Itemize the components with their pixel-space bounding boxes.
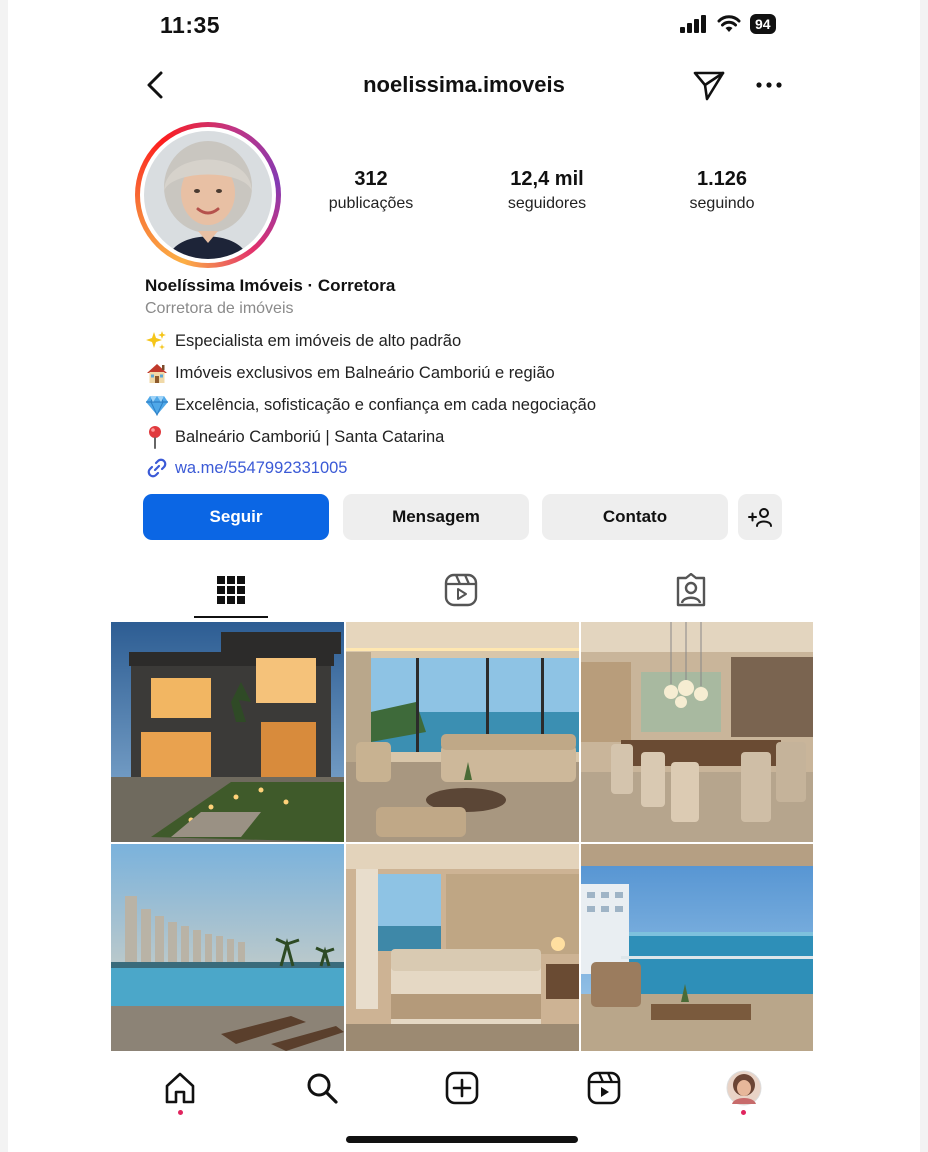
stat-followers[interactable]: 12,4 mil seguidores xyxy=(472,168,622,213)
tab-reels[interactable] xyxy=(424,570,498,610)
followers-label: seguidores xyxy=(507,195,587,212)
bio-line: Especialista em imóveis de alto padrão xyxy=(145,325,785,357)
suggest-people-button[interactable] xyxy=(738,494,782,540)
share-button[interactable] xyxy=(692,68,726,102)
link-icon xyxy=(145,456,175,480)
phone-screen: 11:35 94 noelissima.imoveis 312 publicaç… xyxy=(8,0,920,1152)
house-icon xyxy=(145,362,175,384)
avatar xyxy=(144,131,272,259)
bio-text: Imóveis exclusivos em Balneário Camboriú… xyxy=(175,363,555,382)
post-thumbnail[interactable] xyxy=(581,844,813,1051)
post-thumbnail[interactable] xyxy=(346,844,579,1051)
nav-create[interactable] xyxy=(440,1066,484,1110)
grid-icon xyxy=(217,576,245,604)
post-thumbnail[interactable] xyxy=(111,622,344,842)
home-icon xyxy=(165,1072,195,1104)
bio-line: Imóveis exclusivos em Balneário Camboriú… xyxy=(145,357,785,389)
bio-website-link[interactable]: wa.me/5547992331005 xyxy=(145,453,785,483)
stat-following[interactable]: 1.126 seguindo xyxy=(647,168,797,213)
plus-square-icon xyxy=(445,1071,479,1105)
post-thumbnail[interactable] xyxy=(581,622,813,842)
signal-icon xyxy=(680,15,706,33)
bio-text: Especialista em imóveis de alto padrão xyxy=(175,331,462,350)
wifi-icon xyxy=(717,15,741,32)
nav-home[interactable] xyxy=(158,1066,202,1110)
bio-line: Excelência, sofisticação e confiança em … xyxy=(145,389,785,421)
home-notification-dot xyxy=(178,1110,183,1115)
reels-icon xyxy=(587,1071,621,1105)
back-button[interactable] xyxy=(138,68,172,102)
following-count: 1.126 xyxy=(696,168,748,190)
follow-button[interactable]: Seguir xyxy=(143,494,329,540)
pin-icon xyxy=(145,425,175,449)
profile-category: Corretora de imóveis xyxy=(145,300,294,317)
battery-indicator: 94 xyxy=(750,14,776,34)
followers-count: 12,4 mil xyxy=(510,168,584,190)
status-time: 11:35 xyxy=(160,12,221,38)
post-thumbnail[interactable] xyxy=(346,622,579,842)
search-icon xyxy=(307,1073,338,1104)
sparkles-icon xyxy=(145,330,175,352)
profile-bio: Noelíssima Imóveis · Corretora Corretora… xyxy=(145,276,785,483)
nav-profile[interactable] xyxy=(722,1066,766,1110)
bio-text: Balneário Camboriú | Santa Catarina xyxy=(175,427,445,446)
message-button[interactable]: Mensagem xyxy=(343,494,529,540)
profile-avatar-icon xyxy=(726,1070,762,1106)
link-text[interactable]: wa.me/5547992331005 xyxy=(175,459,347,478)
tab-tagged[interactable] xyxy=(654,570,728,610)
tab-posts-grid[interactable] xyxy=(194,570,268,610)
posts-label: publicações xyxy=(328,195,414,212)
posts-grid xyxy=(111,622,813,1051)
reels-icon xyxy=(444,573,478,607)
diamond-icon xyxy=(145,394,175,416)
more-options-button[interactable] xyxy=(752,68,786,102)
status-icons: 94 xyxy=(680,14,776,34)
nav-reels[interactable] xyxy=(582,1066,626,1110)
posts-count: 312 xyxy=(354,168,388,190)
tagged-person-icon xyxy=(676,573,706,607)
post-thumbnail[interactable] xyxy=(111,844,344,1051)
display-name: Noelíssima Imóveis · Corretora xyxy=(145,276,396,295)
nav-search[interactable] xyxy=(300,1066,344,1110)
profile-username: noelissima.imoveis xyxy=(363,72,565,97)
more-icon xyxy=(756,82,782,88)
bio-line: Balneário Camboriú | Santa Catarina xyxy=(145,421,785,453)
profile-notification-dot xyxy=(741,1110,746,1115)
chevron-left-icon xyxy=(147,71,163,99)
active-tab-indicator xyxy=(194,616,268,618)
bio-text: Excelência, sofisticação e confiança em … xyxy=(175,395,596,414)
home-indicator xyxy=(346,1136,578,1143)
following-label: seguindo xyxy=(689,195,755,212)
contact-button[interactable]: Contato xyxy=(542,494,728,540)
stat-posts[interactable]: 312 publicações xyxy=(296,168,446,213)
add-person-icon xyxy=(748,508,772,527)
avatar-story-ring[interactable] xyxy=(135,122,281,268)
send-icon xyxy=(693,71,725,101)
